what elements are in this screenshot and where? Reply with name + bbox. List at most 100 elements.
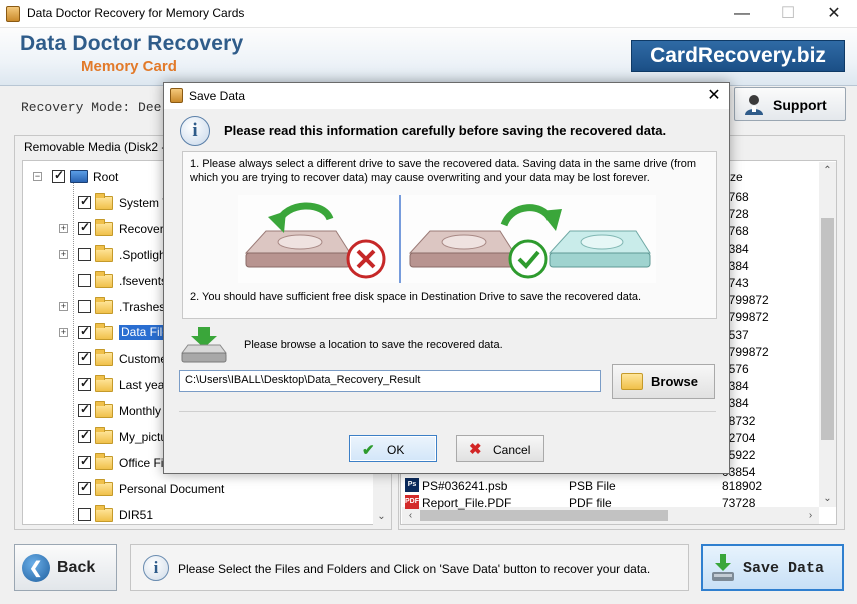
ok-label: OK <box>387 443 405 457</box>
support-person-icon <box>745 95 763 115</box>
tree-item-label: .Trashes <box>119 300 166 314</box>
cross-icon: ✖ <box>469 441 482 458</box>
save-data-button[interactable]: Save Data <box>701 544 844 591</box>
pdf-file-icon: PDF <box>405 495 419 509</box>
tree-item-checkbox[interactable] <box>78 350 91 365</box>
save-data-label: Save Data <box>743 560 825 577</box>
tree-item-label: Last year <box>119 378 169 392</box>
brand-title: Data Doctor Recovery <box>20 32 244 55</box>
expand-icon[interactable]: + <box>59 250 68 259</box>
cancel-button[interactable]: ✖ Cancel <box>456 435 544 462</box>
folder-icon <box>95 453 113 470</box>
drive-illustration <box>238 195 656 283</box>
expand-icon[interactable]: + <box>59 302 68 311</box>
dialog-title-bar: Save Data ✕ <box>164 83 729 109</box>
download-drive-icon <box>181 327 227 363</box>
dialog-note-2: 2. You should have sufficient free disk … <box>190 291 642 303</box>
list-scroll-down-icon[interactable]: ⌄ <box>819 490 836 507</box>
support-button[interactable]: Support <box>734 87 846 121</box>
tree-item-label: Personal Document <box>119 482 225 496</box>
tree-item-checkbox[interactable] <box>78 376 91 391</box>
browse-label: Browse <box>651 374 698 389</box>
tree-scroll-down-icon[interactable]: ⌄ <box>373 508 390 525</box>
tree-item-checkbox[interactable] <box>52 168 65 183</box>
close-button[interactable]: ✕ <box>811 0 857 28</box>
window-title: Data Doctor Recovery for Memory Cards <box>27 6 245 20</box>
expand-icon[interactable]: + <box>59 328 68 337</box>
folder-icon <box>95 427 113 444</box>
size-column-header[interactable]: ze <box>730 170 743 184</box>
ok-button[interactable]: ✔ OK <box>349 435 437 462</box>
folder-icon <box>95 505 113 522</box>
folder-icon <box>95 271 113 288</box>
maximize-button[interactable]: ☐ <box>765 0 811 28</box>
checkmark-icon: ✔ <box>362 442 375 459</box>
list-scroll-left-icon[interactable]: ‹ <box>402 507 419 524</box>
list-horizontal-thumb[interactable] <box>420 510 668 521</box>
psb-file-icon: Ps <box>405 478 419 492</box>
title-bar: Data Doctor Recovery for Memory Cards — … <box>0 0 857 28</box>
header-banner: Data Doctor Recovery Memory Card CardRec… <box>0 28 857 86</box>
dialog-note-1: 1. Please always select a different driv… <box>190 158 697 184</box>
folder-icon <box>95 349 113 366</box>
tree-guide-line <box>73 183 74 524</box>
tree-item-checkbox[interactable] <box>78 324 91 339</box>
file-name-cell: PS#036241.psb <box>422 479 508 493</box>
tree-item-label: .Spotligh <box>119 248 166 262</box>
tree-item-label: DIR51 <box>119 508 154 522</box>
brand-subtitle: Memory Card <box>81 58 177 75</box>
save-data-dialog: Save Data ✕ i Please read this informati… <box>163 82 730 474</box>
browse-prompt: Please browse a location to save the rec… <box>244 339 503 351</box>
dialog-divider <box>179 411 716 412</box>
tree-item-label: Monthly I <box>119 404 168 418</box>
dialog-close-button[interactable]: ✕ <box>702 85 726 107</box>
browse-button[interactable]: Browse <box>612 364 715 399</box>
tree-item-checkbox[interactable] <box>78 480 91 495</box>
tree-item-checkbox[interactable] <box>78 454 91 469</box>
destination-path-input[interactable]: C:\Users\IBALL\Desktop\Data_Recovery_Res… <box>179 370 601 392</box>
file-type-cell: PSB File <box>569 479 616 493</box>
tree-item-checkbox[interactable] <box>78 508 91 521</box>
tree-item[interactable]: DIR51 <box>23 502 373 524</box>
tree-item[interactable]: Personal Document <box>23 476 373 502</box>
tree-item-label: .fsevents <box>119 274 168 288</box>
status-info-text: Please Select the Files and Folders and … <box>178 562 651 576</box>
tree-item-checkbox[interactable] <box>78 274 91 287</box>
tree-item-checkbox[interactable] <box>78 194 91 209</box>
expand-icon[interactable]: + <box>59 224 68 233</box>
folder-icon <box>95 375 113 392</box>
cancel-label: Cancel <box>493 443 531 457</box>
back-button[interactable]: Back <box>14 544 117 591</box>
collapse-icon[interactable]: − <box>33 172 42 181</box>
back-label: Back <box>57 559 96 576</box>
folder-icon <box>95 401 113 418</box>
folder-icon <box>95 479 113 496</box>
tree-item-checkbox[interactable] <box>78 248 91 261</box>
tree-item-checkbox[interactable] <box>78 402 91 417</box>
info-icon: i <box>143 555 169 581</box>
folder-icon <box>95 219 113 236</box>
list-vertical-thumb[interactable] <box>821 218 834 440</box>
status-info-bar: i Please Select the Files and Folders an… <box>130 544 689 591</box>
tree-item-label: Root <box>93 170 119 184</box>
file-name-cell: Report_File.PDF <box>422 496 512 510</box>
file-type-cell: PDF file <box>569 496 612 510</box>
file-size-cell: 818902 <box>722 479 763 493</box>
list-scroll-up-icon[interactable]: ⌃ <box>819 162 836 179</box>
support-label: Support <box>773 97 827 113</box>
save-drive-icon <box>712 554 734 581</box>
back-arrow-icon <box>22 554 50 582</box>
dialog-title: Save Data <box>189 89 246 103</box>
list-scroll-right-icon[interactable]: › <box>802 507 819 524</box>
tree-item-checkbox[interactable] <box>78 428 91 443</box>
brand-site-logo: CardRecovery.biz <box>631 40 845 72</box>
dialog-heading: Please read this information carefully b… <box>224 123 667 138</box>
dialog-info-icon: i <box>180 116 210 146</box>
tree-item-checkbox[interactable] <box>78 300 91 313</box>
drive-label: Removable Media (Disk2 - 11 <box>24 140 182 154</box>
app-icon <box>6 6 20 22</box>
folder-icon <box>95 193 113 210</box>
tree-item-checkbox[interactable] <box>78 220 91 235</box>
minimize-button[interactable]: — <box>719 0 765 28</box>
dialog-app-icon <box>170 88 183 103</box>
